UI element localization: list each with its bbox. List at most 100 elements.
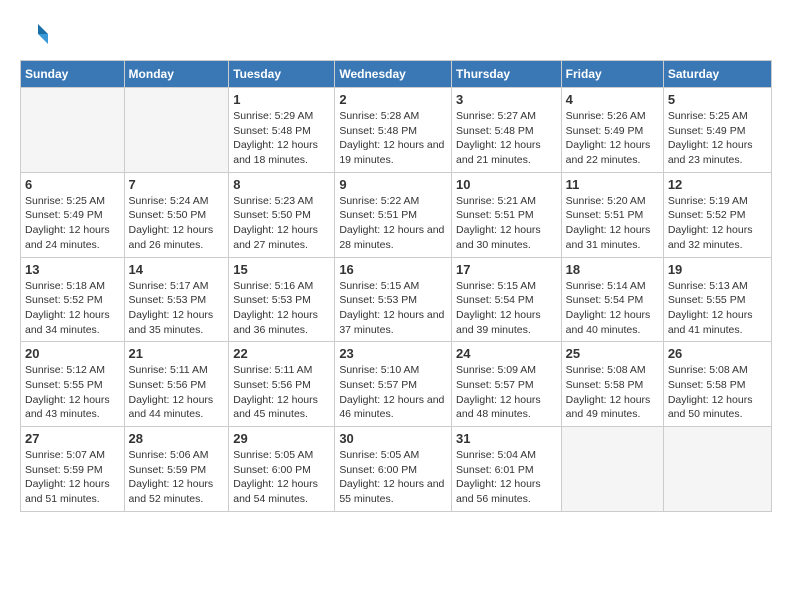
calendar-cell [124,88,229,173]
day-number: 31 [456,431,557,446]
weekday-header: Tuesday [229,61,335,88]
day-number: 22 [233,346,330,361]
day-info: Sunrise: 5:20 AM Sunset: 5:51 PM Dayligh… [566,194,659,253]
calendar-cell: 1 Sunrise: 5:29 AM Sunset: 5:48 PM Daylig… [229,88,335,173]
day-number: 2 [339,92,447,107]
day-number: 25 [566,346,659,361]
day-number: 26 [668,346,767,361]
calendar-cell: 31 Sunrise: 5:04 AM Sunset: 6:01 PM Dayli… [452,427,562,512]
calendar-cell: 8 Sunrise: 5:23 AM Sunset: 5:50 PM Daylig… [229,172,335,257]
weekday-header: Friday [561,61,663,88]
calendar-cell [21,88,125,173]
day-number: 7 [129,177,225,192]
calendar-cell: 4 Sunrise: 5:26 AM Sunset: 5:49 PM Daylig… [561,88,663,173]
day-info: Sunrise: 5:09 AM Sunset: 5:57 PM Dayligh… [456,363,557,422]
day-info: Sunrise: 5:26 AM Sunset: 5:49 PM Dayligh… [566,109,659,168]
calendar-cell: 27 Sunrise: 5:07 AM Sunset: 5:59 PM Dayli… [21,427,125,512]
calendar-cell [663,427,771,512]
calendar-cell: 9Sunrise: 5:22 AM Sunset: 5:51 PM Daylig… [335,172,452,257]
day-number: 27 [25,431,120,446]
calendar-cell: 5Sunrise: 5:25 AM Sunset: 5:49 PM Daylig… [663,88,771,173]
day-info: Sunrise: 5:21 AM Sunset: 5:51 PM Dayligh… [456,194,557,253]
day-number: 12 [668,177,767,192]
day-number: 13 [25,262,120,277]
day-info: Sunrise: 5:12 AM Sunset: 5:55 PM Dayligh… [25,363,120,422]
calendar-cell: 14 Sunrise: 5:17 AM Sunset: 5:53 PM Dayli… [124,257,229,342]
calendar-cell: 3Sunrise: 5:27 AM Sunset: 5:48 PM Daylig… [452,88,562,173]
day-info: Sunrise: 5:11 AM Sunset: 5:56 PM Dayligh… [233,363,330,422]
day-number: 8 [233,177,330,192]
calendar-cell [561,427,663,512]
day-info: Sunrise: 5:07 AM Sunset: 5:59 PM Dayligh… [25,448,120,507]
day-info: Sunrise: 5:28 AM Sunset: 5:48 PM Dayligh… [339,109,447,168]
page-header [20,20,772,50]
calendar-body: 1 Sunrise: 5:29 AM Sunset: 5:48 PM Daylig… [21,88,772,512]
calendar-cell: 18 Sunrise: 5:14 AM Sunset: 5:54 PM Dayli… [561,257,663,342]
day-number: 29 [233,431,330,446]
day-number: 28 [129,431,225,446]
day-info: Sunrise: 5:05 AM Sunset: 6:00 PM Dayligh… [339,448,447,507]
day-number: 11 [566,177,659,192]
day-info: Sunrise: 5:11 AM Sunset: 5:56 PM Dayligh… [129,363,225,422]
weekday-header: Saturday [663,61,771,88]
calendar-cell: 12 Sunrise: 5:19 AM Sunset: 5:52 PM Dayli… [663,172,771,257]
day-number: 30 [339,431,447,446]
calendar-cell: 10 Sunrise: 5:21 AM Sunset: 5:51 PM Dayli… [452,172,562,257]
calendar-week-row: 6 Sunrise: 5:25 AM Sunset: 5:49 PM Daylig… [21,172,772,257]
day-info: Sunrise: 5:08 AM Sunset: 5:58 PM Dayligh… [566,363,659,422]
weekday-header: Wednesday [335,61,452,88]
calendar-cell: 28Sunrise: 5:06 AM Sunset: 5:59 PM Dayli… [124,427,229,512]
weekday-header: Thursday [452,61,562,88]
calendar-cell: 6 Sunrise: 5:25 AM Sunset: 5:49 PM Daylig… [21,172,125,257]
day-info: Sunrise: 5:19 AM Sunset: 5:52 PM Dayligh… [668,194,767,253]
calendar-cell: 11 Sunrise: 5:20 AM Sunset: 5:51 PM Dayli… [561,172,663,257]
logo-icon [20,20,50,50]
day-info: Sunrise: 5:16 AM Sunset: 5:53 PM Dayligh… [233,279,330,338]
calendar-table: SundayMondayTuesdayWednesdayThursdayFrid… [20,60,772,512]
calendar-cell: 16Sunrise: 5:15 AM Sunset: 5:53 PM Dayli… [335,257,452,342]
day-number: 18 [566,262,659,277]
day-number: 23 [339,346,447,361]
calendar-cell: 22 Sunrise: 5:11 AM Sunset: 5:56 PM Dayli… [229,342,335,427]
calendar-cell: 23 Sunrise: 5:10 AM Sunset: 5:57 PM Dayli… [335,342,452,427]
day-number: 3 [456,92,557,107]
day-number: 24 [456,346,557,361]
day-number: 14 [129,262,225,277]
calendar-week-row: 13 Sunrise: 5:18 AM Sunset: 5:52 PM Dayli… [21,257,772,342]
calendar-cell: 25 Sunrise: 5:08 AM Sunset: 5:58 PM Dayli… [561,342,663,427]
day-info: Sunrise: 5:14 AM Sunset: 5:54 PM Dayligh… [566,279,659,338]
day-info: Sunrise: 5:22 AM Sunset: 5:51 PM Dayligh… [339,194,447,253]
calendar-cell: 13 Sunrise: 5:18 AM Sunset: 5:52 PM Dayli… [21,257,125,342]
logo [20,20,55,50]
day-info: Sunrise: 5:15 AM Sunset: 5:54 PM Dayligh… [456,279,557,338]
day-number: 1 [233,92,330,107]
day-info: Sunrise: 5:29 AM Sunset: 5:48 PM Dayligh… [233,109,330,168]
day-number: 4 [566,92,659,107]
calendar-header-row: SundayMondayTuesdayWednesdayThursdayFrid… [21,61,772,88]
day-info: Sunrise: 5:04 AM Sunset: 6:01 PM Dayligh… [456,448,557,507]
calendar-cell: 2 Sunrise: 5:28 AM Sunset: 5:48 PM Daylig… [335,88,452,173]
day-info: Sunrise: 5:23 AM Sunset: 5:50 PM Dayligh… [233,194,330,253]
day-number: 17 [456,262,557,277]
calendar-week-row: 20Sunrise: 5:12 AM Sunset: 5:55 PM Dayli… [21,342,772,427]
calendar-cell: 7 Sunrise: 5:24 AM Sunset: 5:50 PM Daylig… [124,172,229,257]
day-number: 10 [456,177,557,192]
calendar-cell: 19Sunrise: 5:13 AM Sunset: 5:55 PM Dayli… [663,257,771,342]
weekday-header: Monday [124,61,229,88]
day-number: 15 [233,262,330,277]
day-info: Sunrise: 5:18 AM Sunset: 5:52 PM Dayligh… [25,279,120,338]
calendar-week-row: 1 Sunrise: 5:29 AM Sunset: 5:48 PM Daylig… [21,88,772,173]
day-number: 6 [25,177,120,192]
day-info: Sunrise: 5:25 AM Sunset: 5:49 PM Dayligh… [25,194,120,253]
day-info: Sunrise: 5:10 AM Sunset: 5:57 PM Dayligh… [339,363,447,422]
day-info: Sunrise: 5:05 AM Sunset: 6:00 PM Dayligh… [233,448,330,507]
day-info: Sunrise: 5:17 AM Sunset: 5:53 PM Dayligh… [129,279,225,338]
day-number: 16 [339,262,447,277]
day-number: 5 [668,92,767,107]
day-number: 19 [668,262,767,277]
day-info: Sunrise: 5:24 AM Sunset: 5:50 PM Dayligh… [129,194,225,253]
calendar-cell: 17 Sunrise: 5:15 AM Sunset: 5:54 PM Dayli… [452,257,562,342]
calendar-cell: 20Sunrise: 5:12 AM Sunset: 5:55 PM Dayli… [21,342,125,427]
day-info: Sunrise: 5:08 AM Sunset: 5:58 PM Dayligh… [668,363,767,422]
calendar-cell: 26 Sunrise: 5:08 AM Sunset: 5:58 PM Dayli… [663,342,771,427]
